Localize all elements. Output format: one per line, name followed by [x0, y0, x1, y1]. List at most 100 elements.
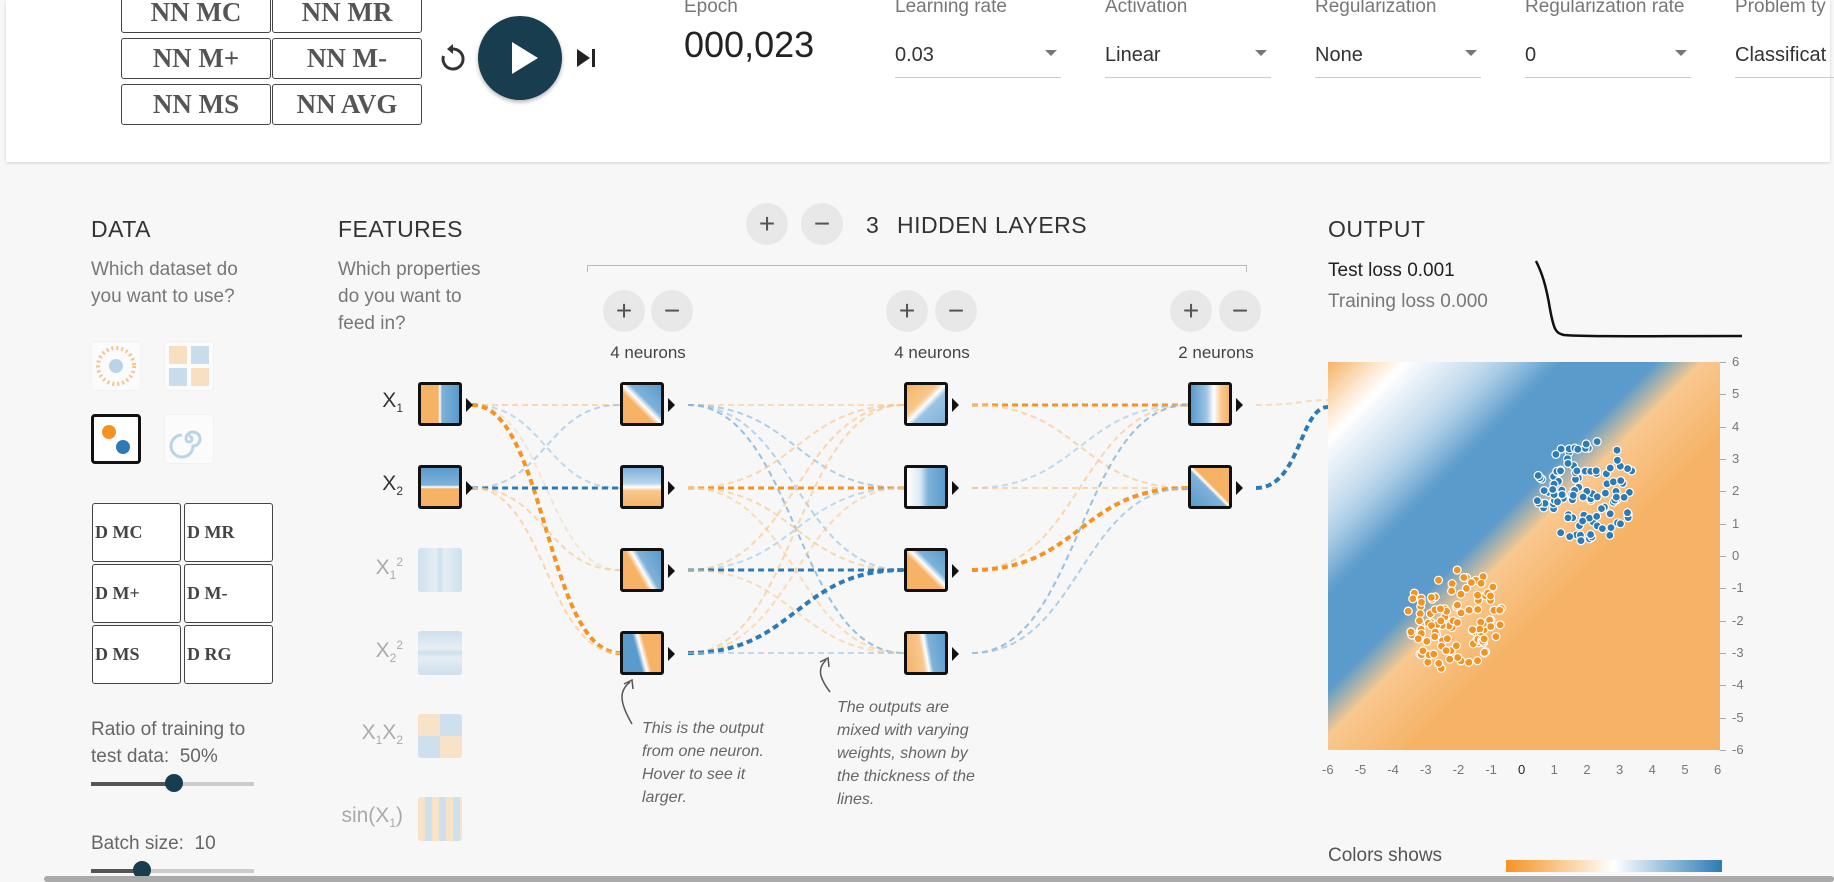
layer3-neuron-2[interactable]: [1188, 465, 1232, 509]
nn-mr-button[interactable]: NN MR: [272, 0, 422, 33]
dataset-spiral-thumb[interactable]: [164, 414, 214, 464]
data-point: [1445, 654, 1455, 664]
feature-x1x2-node[interactable]: [418, 714, 462, 758]
feature-x2-squared-node[interactable]: [418, 631, 462, 675]
layer2-neuron-3[interactable]: [904, 548, 948, 592]
feature-x1-squared-label: X12: [375, 555, 403, 583]
data-point: [1592, 492, 1602, 502]
node-output-arrow-icon: [668, 647, 675, 661]
activation-select[interactable]: Linear: [1105, 40, 1271, 78]
nn-avg-button[interactable]: NN AVG: [272, 84, 422, 125]
d-ms-button[interactable]: D MS: [92, 625, 181, 684]
layer3-add-neuron-button[interactable]: +: [1170, 290, 1212, 332]
learning-rate-select[interactable]: 0.03: [895, 40, 1061, 78]
data-point: [1436, 616, 1446, 626]
data-point: [1615, 519, 1626, 529]
feature-sinx1-node[interactable]: [418, 797, 462, 841]
data-point: [1464, 605, 1474, 615]
nn-ms-button[interactable]: NN MS: [121, 84, 271, 125]
color-legend-bar: [1506, 860, 1722, 872]
y-tick-label: -4: [1732, 677, 1744, 693]
data-point: [1619, 492, 1629, 502]
layer1-add-neuron-button[interactable]: +: [603, 290, 645, 332]
play-button[interactable]: [478, 16, 562, 100]
decision-boundary-plot[interactable]: [1328, 362, 1720, 750]
data-point: [1616, 475, 1626, 486]
layer1-neuron-2[interactable]: [620, 465, 664, 509]
y-tick-mark: [1720, 491, 1726, 493]
data-point: [1491, 632, 1501, 642]
chevron-down-icon: [1465, 50, 1477, 56]
x-tick-label: -4: [1387, 762, 1399, 777]
dataset-gaussian-thumb[interactable]: [91, 414, 141, 464]
hidden-layers-bracket: [587, 265, 1247, 272]
layer2-neuron-1[interactable]: [904, 382, 948, 426]
data-points: [1403, 436, 1637, 673]
y-tick-mark: [1720, 653, 1726, 654]
data-point: [1406, 627, 1416, 637]
problem-type-select[interactable]: Classificat: [1735, 40, 1834, 78]
x-tick-label: 6: [1714, 762, 1722, 777]
data-point: [1605, 530, 1615, 540]
d-m-plus-button[interactable]: D M+: [92, 564, 181, 623]
nn-mc-button[interactable]: NN MC: [121, 0, 271, 33]
layer2-neuron-2[interactable]: [904, 465, 948, 509]
layer2-remove-neuron-button[interactable]: −: [935, 290, 977, 332]
data-point: [1622, 508, 1633, 518]
y-tick-label: -3: [1732, 645, 1744, 660]
layer2-add-neuron-button[interactable]: +: [886, 290, 928, 332]
layer2-neuron-4[interactable]: [904, 631, 948, 675]
layer3-neuron-1[interactable]: [1188, 382, 1232, 426]
d-mc-button[interactable]: D MC: [92, 503, 181, 562]
step-icon[interactable]: [574, 46, 598, 70]
x2-output-arrow-icon: [466, 481, 473, 495]
remove-layer-button[interactable]: −: [801, 203, 843, 245]
data-point: [1466, 577, 1476, 588]
data-point: [1563, 458, 1573, 469]
feature-x1-node[interactable]: [418, 382, 462, 426]
x-tick-label: -3: [1420, 762, 1432, 777]
data-point: [1441, 646, 1451, 656]
data-point: [1551, 449, 1561, 460]
feature-x1-squared-node[interactable]: [418, 548, 462, 592]
data-point: [1464, 657, 1474, 667]
regularization-rate-select[interactable]: 0: [1525, 40, 1691, 78]
reset-icon[interactable]: [437, 43, 469, 75]
loss-curve: [1534, 260, 1743, 338]
nn-m-plus-button[interactable]: NN M+: [121, 38, 271, 79]
data-point: [1486, 622, 1496, 632]
regularization-select[interactable]: None: [1315, 40, 1481, 78]
feature-x1-label: X1: [382, 389, 403, 416]
d-mr-button[interactable]: D MR: [184, 503, 273, 562]
layer1-remove-neuron-button[interactable]: −: [651, 290, 693, 332]
ratio-slider[interactable]: [91, 774, 254, 792]
add-layer-button[interactable]: +: [746, 203, 788, 245]
data-point: [1479, 634, 1489, 644]
data-point: [1568, 490, 1578, 500]
data-point: [1426, 592, 1437, 602]
horizontal-scrollbar[interactable]: [44, 876, 1834, 882]
batch-slider[interactable]: [91, 861, 254, 879]
node-output-arrow-icon: [952, 481, 959, 495]
data-point: [1473, 590, 1483, 600]
feature-x2-squared-label: X22: [375, 638, 403, 666]
data-point: [1430, 632, 1440, 642]
learning-rate-label: Learning rate: [895, 0, 1007, 17]
batch-value: 10: [194, 833, 216, 854]
dataset-xor-thumb[interactable]: [164, 341, 214, 391]
data-point: [1608, 477, 1618, 487]
weights-annotation: The outputs are mixed with varying weigh…: [837, 699, 975, 808]
layer1-neuron-4[interactable]: [620, 631, 664, 675]
y-tick-mark: [1720, 685, 1726, 687]
dataset-circle-thumb[interactable]: [91, 341, 141, 391]
d-m-minus-button[interactable]: D M-: [184, 564, 273, 623]
d-rg-button[interactable]: D RG: [184, 625, 273, 684]
nn-m-minus-button[interactable]: NN M-: [272, 38, 422, 79]
layer3-remove-neuron-button[interactable]: −: [1219, 290, 1261, 332]
layer1-neuron-1[interactable]: [620, 382, 664, 426]
layer1-neuron-3[interactable]: [620, 548, 664, 592]
feature-x2-node[interactable]: [418, 465, 462, 509]
data-point: [1556, 528, 1566, 538]
features-title: FEATURES: [338, 216, 463, 242]
ratio-slider-handle[interactable]: [165, 774, 183, 792]
